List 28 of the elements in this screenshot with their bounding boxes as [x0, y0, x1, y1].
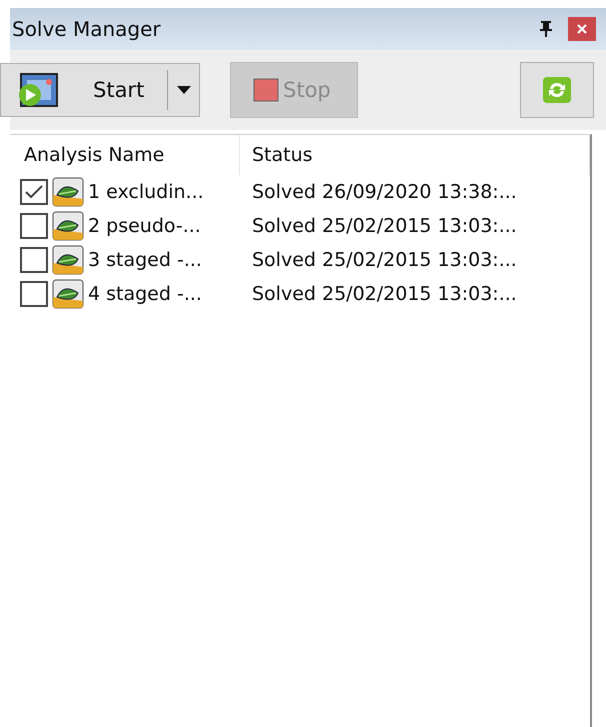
leaf-icon: [52, 211, 84, 241]
leaf-icon: [52, 245, 84, 275]
stop-icon: [253, 78, 279, 102]
leaf-icon: [52, 279, 84, 309]
leaf-icon: [52, 177, 84, 207]
analysis-name: 4 staged -...: [88, 283, 202, 305]
close-button[interactable]: [568, 17, 596, 41]
status-cell-text: Solved 25/02/2015 13:03:...: [251, 215, 518, 237]
status-cell-text: Solved 26/09/2020 13:38:...: [251, 181, 518, 203]
start-button[interactable]: Start: [1, 64, 167, 116]
window-title: Solve Manager: [12, 17, 162, 41]
status-cell-text: Solved 25/02/2015 13:03:...: [251, 249, 518, 271]
analysis-name: 2 pseudo-...: [88, 215, 201, 237]
close-icon: [576, 23, 588, 35]
checkbox[interactable]: [20, 281, 48, 307]
analysis-name: 1 excludin...: [88, 181, 204, 203]
pin-icon[interactable]: [538, 20, 554, 38]
status-cell-text: Solved 25/02/2015 13:03:...: [251, 283, 518, 305]
column-header[interactable]: Analysis Name: [10, 135, 240, 175]
analysis-name: 3 staged -...: [88, 249, 202, 271]
refresh-icon: [543, 77, 571, 103]
checkbox[interactable]: [20, 213, 48, 239]
checkbox[interactable]: [20, 247, 48, 273]
column-header[interactable]: Status: [240, 135, 590, 175]
checkbox[interactable]: [20, 179, 48, 205]
caret-icon: [176, 86, 190, 94]
play-icon: [17, 72, 59, 108]
check-icon: [25, 185, 43, 199]
